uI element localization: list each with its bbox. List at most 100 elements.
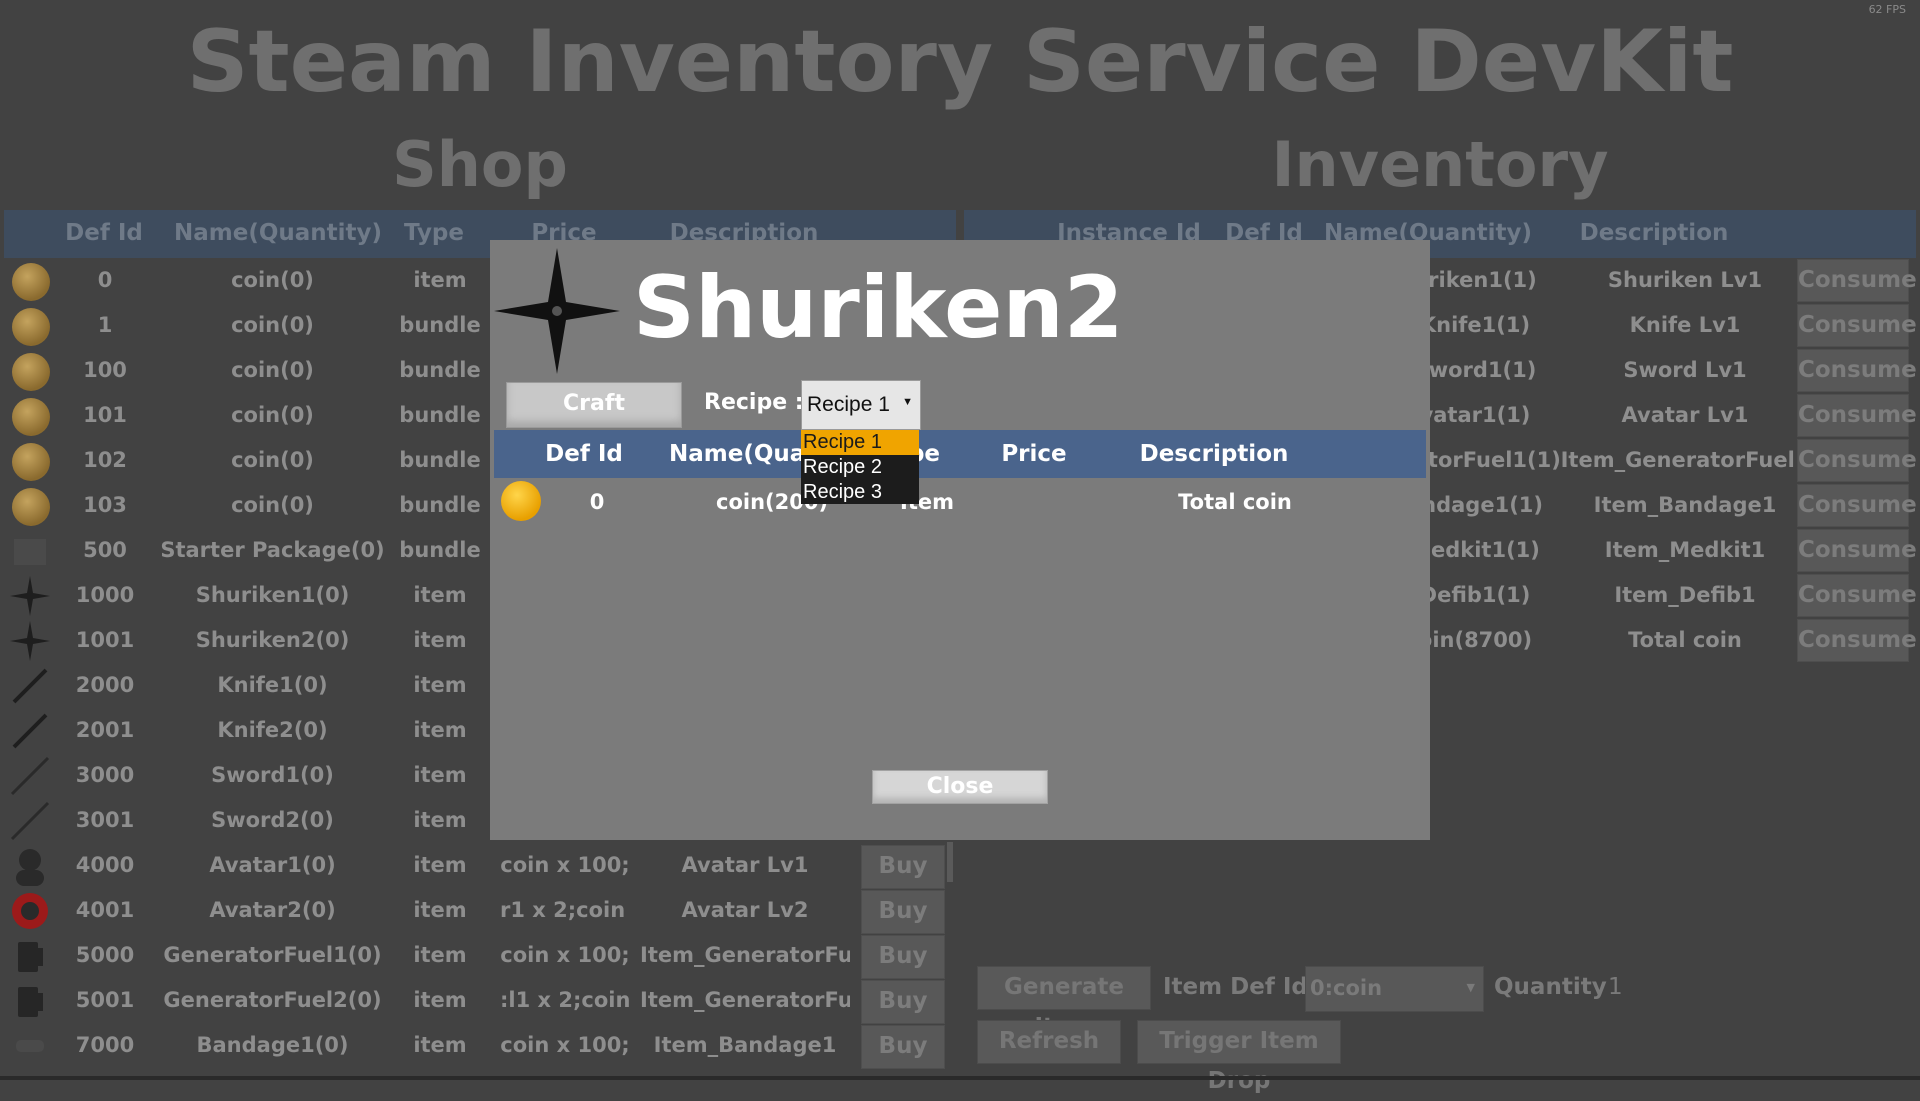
consume-button[interactable]: Consume — [1797, 439, 1917, 482]
consume-button[interactable]: Consume — [1797, 529, 1917, 572]
page-title: Steam Inventory Service DevKit — [186, 12, 1734, 112]
buy-button[interactable]: Buy — [861, 1025, 945, 1069]
recipe-option-2[interactable]: Recipe 2 — [801, 455, 919, 480]
inventory-cell-description: Knife Lv1 — [1629, 313, 1741, 337]
shop-table-row: 7000 Bandage1(0) item coin x 100; Item_Banda… — [0, 1023, 955, 1069]
shop-cell-description: Item_Bandage1 — [653, 1033, 837, 1057]
shop-cell-name: Avatar1(0) — [209, 853, 336, 877]
buy-button[interactable]: Buy — [861, 890, 945, 934]
shop-cell-name: GeneratorFuel2(0) — [163, 988, 382, 1012]
item-def-id-select[interactable]: 0:coin ▼ — [1305, 966, 1484, 1012]
shop-cell-name: Sword2(0) — [211, 808, 334, 832]
craft-button[interactable]: Craft — [506, 382, 682, 428]
recipe-option-3[interactable]: Recipe 3 — [801, 480, 919, 505]
shuriken-icon — [494, 248, 620, 374]
shop-cell-description: Item_GeneratorFuel1 — [640, 943, 850, 967]
trigger-item-drop-button[interactable]: Trigger Item Drop — [1137, 1020, 1341, 1094]
consume-button[interactable]: Consume — [1797, 619, 1917, 662]
shop-cell-name: Avatar2(0) — [209, 898, 336, 922]
modal-col-name: Name(Quan — [669, 441, 822, 467]
sword-icon — [10, 756, 50, 796]
bandage-icon — [10, 1026, 50, 1066]
recipe-label: Recipe : — [704, 390, 804, 415]
modal-title: Shuriken2 — [633, 258, 1124, 358]
avatar-red-icon — [10, 891, 50, 931]
close-button[interactable]: Close — [872, 770, 1048, 804]
shop-cell-defid: 3000 — [75, 763, 135, 787]
shop-cell-type: item — [413, 718, 467, 742]
consume-button[interactable]: Consume — [1797, 304, 1917, 347]
avatar-icon — [10, 846, 50, 886]
refresh-button[interactable]: Refresh — [977, 1020, 1121, 1064]
shop-table-row: 5001 GeneratorFuel2(0) item :l1 x 2;coin x I… — [0, 978, 955, 1024]
quantity-input[interactable]: 1 — [1608, 974, 1623, 1000]
shop-cell-description: Avatar Lv2 — [681, 898, 809, 922]
shop-cell-type: item — [413, 898, 467, 922]
shop-cell-price: :l1 x 2;coin x — [500, 988, 630, 1012]
shop-cell-defid: 5000 — [75, 943, 135, 967]
inventory-title: Inventory — [1271, 128, 1609, 201]
fuel-icon — [10, 936, 50, 976]
shop-cell-price: coin x 100; — [500, 943, 630, 967]
quantity-label: Quantity — [1494, 974, 1607, 1000]
shop-col-type: Type — [403, 220, 464, 246]
recipe-select[interactable]: Recipe 1 ▼ — [801, 380, 921, 430]
modal-row-description: Total coin — [1178, 490, 1292, 514]
shop-cell-price: coin x 100; — [500, 1033, 630, 1057]
shop-cell-type: item — [413, 763, 467, 787]
shop-cell-type: item — [413, 988, 467, 1012]
modal-table-header: Def Id Name(Quan pe Price Description — [494, 430, 1426, 478]
shop-cell-description: Item_GeneratorFuel2 — [640, 988, 850, 1012]
recipe-dropdown-list: Recipe 1 Recipe 2 Recipe 3 — [801, 430, 919, 504]
shop-cell-type: item — [413, 808, 467, 832]
shop-table-row: 4001 Avatar2(0) item r1 x 2;coin x Avatar Lv… — [0, 888, 955, 934]
consume-button[interactable]: Consume — [1797, 574, 1917, 617]
fuel-icon — [10, 981, 50, 1021]
chevron-down-icon: ▼ — [902, 396, 913, 408]
modal-row-defid: 0 — [589, 490, 605, 514]
bottom-divider — [0, 1076, 1920, 1080]
shop-table-row: 5000 GeneratorFuel1(0) item coin x 100; Item… — [0, 933, 955, 979]
recipe-select-value: Recipe 1 — [807, 393, 890, 416]
inventory-cell-description: Shuriken Lv1 — [1607, 268, 1763, 292]
shop-table-row: 4000 Avatar1(0) item coin x 100; Avatar Lv1 B… — [0, 843, 955, 889]
consume-button[interactable]: Consume — [1797, 349, 1917, 392]
item-def-id-label: Item Def Id — [1163, 974, 1308, 1000]
consume-button[interactable]: Consume — [1797, 259, 1917, 302]
shop-cell-type: item — [413, 943, 467, 967]
coin-icon — [501, 481, 541, 521]
shop-scrollbar[interactable] — [947, 842, 953, 882]
shop-cell-defid: 2001 — [75, 718, 135, 742]
shop-cell-name: Sword1(0) — [211, 763, 334, 787]
consume-button[interactable]: Consume — [1797, 484, 1917, 527]
shop-cell-defid: 4000 — [75, 853, 135, 877]
consume-button[interactable]: Consume — [1797, 394, 1917, 437]
inventory-cell-description: Avatar Lv1 — [1621, 403, 1749, 427]
generate-item-button[interactable]: Generate Item — [977, 966, 1151, 1040]
inventory-cell-description: Sword Lv1 — [1623, 358, 1747, 382]
knife-icon — [10, 711, 50, 751]
shop-cell-price: r1 x 2;coin x — [500, 898, 630, 922]
chevron-down-icon: ▼ — [1466, 981, 1475, 994]
shop-col-name: Name(Quantity) — [174, 220, 383, 246]
shop-cell-defid: 5001 — [75, 988, 135, 1012]
buy-button[interactable]: Buy — [861, 845, 945, 889]
inventory-cell-description: Item_Bandage1 — [1593, 493, 1777, 517]
inventory-cell-description: Total coin — [1628, 628, 1742, 652]
buy-button[interactable]: Buy — [861, 980, 945, 1024]
item-def-id-value: 0:coin — [1310, 976, 1383, 1000]
modal-col-price: Price — [1001, 441, 1067, 467]
shop-cell-defid: 7000 — [75, 1033, 135, 1057]
inventory-cell-description: Item_Defib1 — [1614, 583, 1756, 607]
shop-title: Shop — [392, 128, 568, 201]
shop-cell-description: Avatar Lv1 — [681, 853, 809, 877]
shop-col-defid: Def Id — [65, 220, 143, 246]
shop-cell-price: coin x 100; — [500, 853, 630, 877]
modal-col-defid: Def Id — [545, 441, 623, 467]
shop-cell-type: item — [413, 1033, 467, 1057]
recipe-option-1[interactable]: Recipe 1 — [801, 430, 919, 455]
shop-cell-type: item — [413, 853, 467, 877]
buy-button[interactable]: Buy — [861, 935, 945, 979]
modal-col-description: Description — [1139, 441, 1289, 467]
sword-icon — [10, 801, 50, 841]
